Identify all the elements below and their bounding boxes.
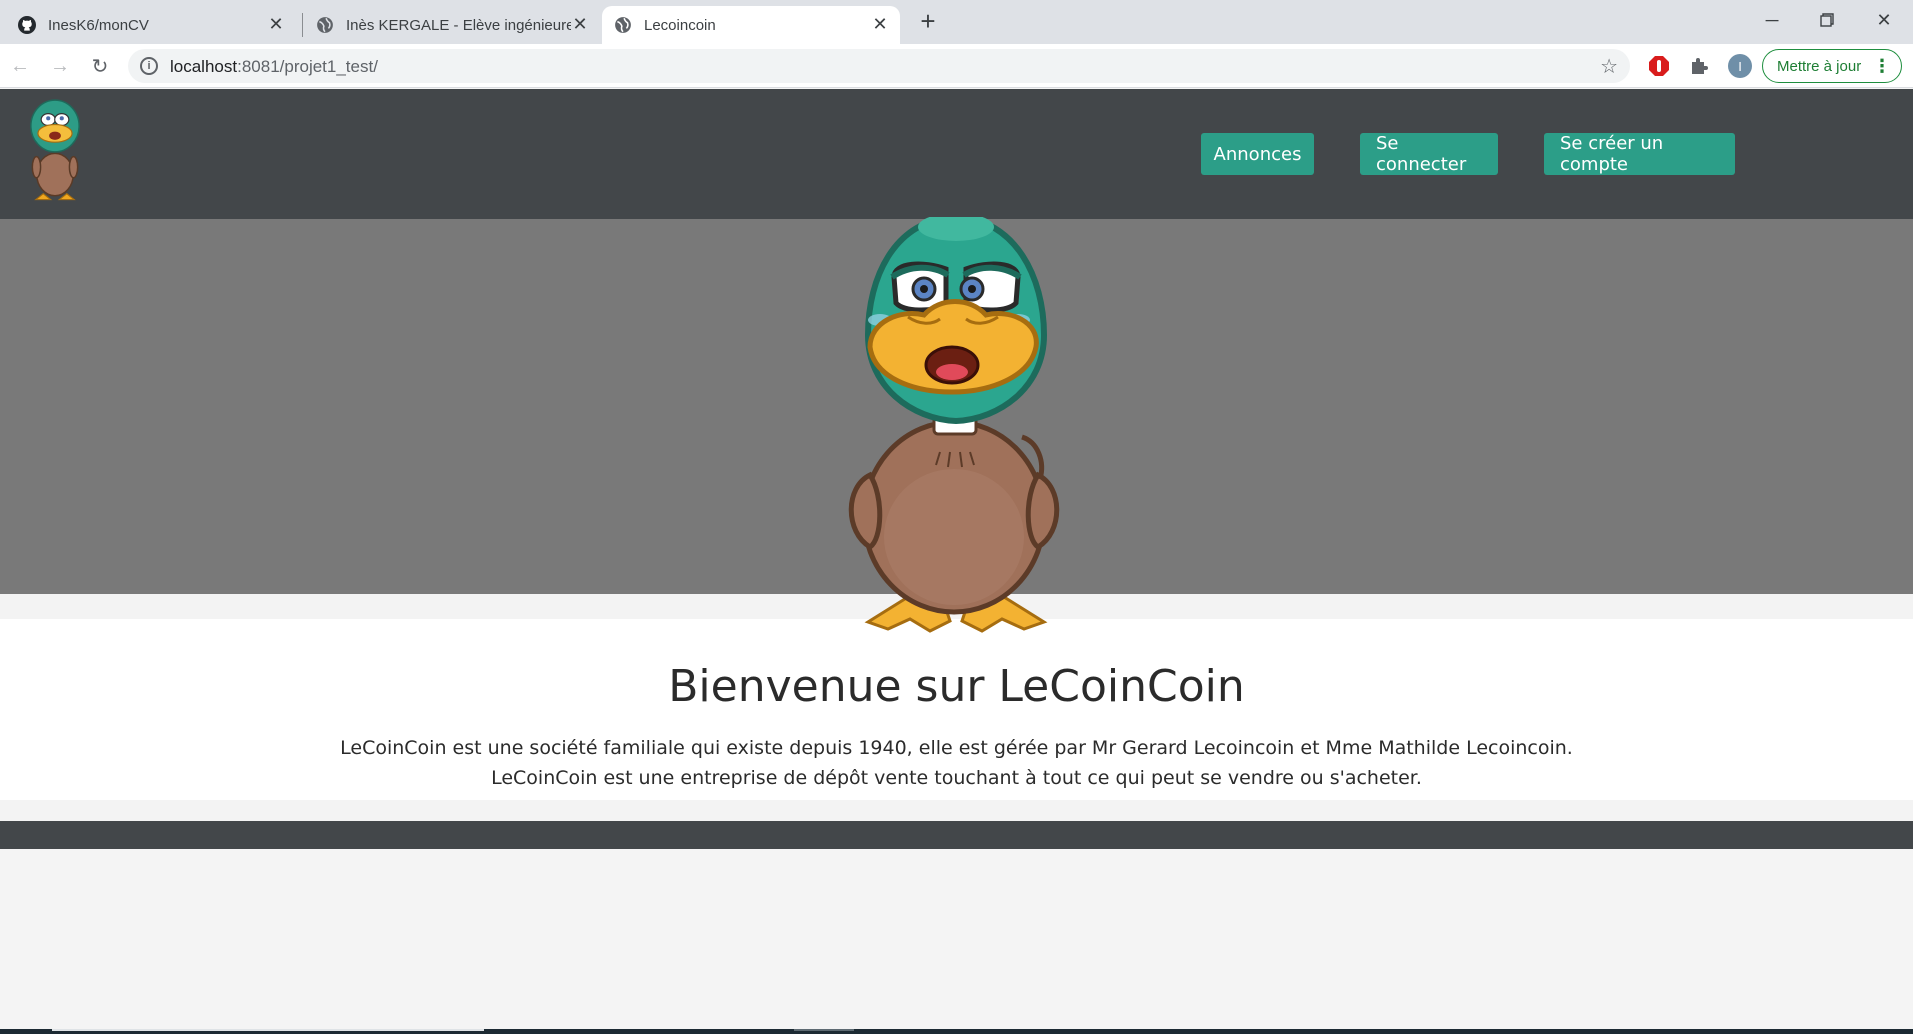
github-icon <box>18 16 36 34</box>
url-text: localhost:8081/projet1_test/ <box>170 57 378 77</box>
puzzle-extensions-icon[interactable] <box>1687 54 1711 78</box>
tab-separator <box>302 13 303 37</box>
duck-mascot-image <box>848 217 1060 633</box>
duck-logo-icon[interactable] <box>30 99 80 203</box>
update-label: Mettre à jour <box>1777 57 1862 75</box>
close-icon[interactable]: ✕ <box>570 14 590 34</box>
profile-avatar[interactable]: I <box>1728 54 1752 78</box>
globe-icon <box>317 17 333 33</box>
close-icon[interactable]: ✕ <box>870 14 890 34</box>
browser-tab-lecoincoin[interactable]: Lecoincoin ✕ <box>602 6 900 44</box>
back-icon[interactable]: ← <box>6 52 34 80</box>
site-footer <box>0 821 1913 849</box>
bookmark-star-icon[interactable]: ☆ <box>1600 54 1618 79</box>
url-host: localhost <box>170 57 238 76</box>
browser-tab-ines[interactable]: Inès KERGALE - Elève ingénieure ✕ <box>304 6 600 44</box>
tab-title: InesK6/monCV <box>48 16 149 34</box>
close-window-icon[interactable]: ✕ <box>1856 0 1912 40</box>
address-bar[interactable]: i localhost:8081/projet1_test/ ☆ <box>128 49 1630 83</box>
globe-icon <box>615 17 631 33</box>
taskbar-active-indicator <box>52 1029 484 1031</box>
info-icon[interactable]: i <box>140 57 158 75</box>
browser-tab-github[interactable]: InesK6/monCV ✕ <box>6 6 296 44</box>
close-icon[interactable]: ✕ <box>266 14 286 34</box>
description-line-1: LeCoinCoin est une société familiale qui… <box>340 737 1573 759</box>
taskbar-indicator <box>794 1029 854 1031</box>
signup-button[interactable]: Se créer un compte <box>1544 133 1735 175</box>
adblock-extension-icon[interactable] <box>1647 54 1671 78</box>
welcome-title: Bienvenue sur LeCoinCoin <box>668 661 1245 712</box>
forward-icon[interactable]: → <box>46 52 74 80</box>
tab-title: Lecoincoin <box>644 16 716 34</box>
restore-icon[interactable] <box>1799 0 1855 40</box>
page-background <box>0 849 1913 1029</box>
minimize-icon[interactable]: ─ <box>1744 0 1800 40</box>
section-gap <box>0 800 1913 821</box>
tab-title: Inès KERGALE - Elève ingénieure <box>346 16 571 34</box>
login-button[interactable]: Se connecter <box>1360 133 1498 175</box>
site-header: Annonces Se connecter Se créer un compte <box>0 89 1913 219</box>
browser-toolbar: ← → ↻ i localhost:8081/projet1_test/ ☆ I… <box>0 44 1913 88</box>
update-browser-button[interactable]: Mettre à jour ⋮ <box>1762 49 1902 83</box>
browser-tab-bar: InesK6/monCV ✕ Inès KERGALE - Elève ingé… <box>0 0 1913 44</box>
menu-dots-icon[interactable]: ⋮ <box>1873 56 1891 77</box>
new-tab-button[interactable]: + <box>914 8 942 36</box>
url-path: :8081/projet1_test/ <box>237 57 378 76</box>
reload-icon[interactable]: ↻ <box>86 52 114 80</box>
annonces-button[interactable]: Annonces <box>1201 133 1314 175</box>
os-taskbar <box>0 1029 1913 1034</box>
description-line-2: LeCoinCoin est une entreprise de dépôt v… <box>491 767 1422 789</box>
